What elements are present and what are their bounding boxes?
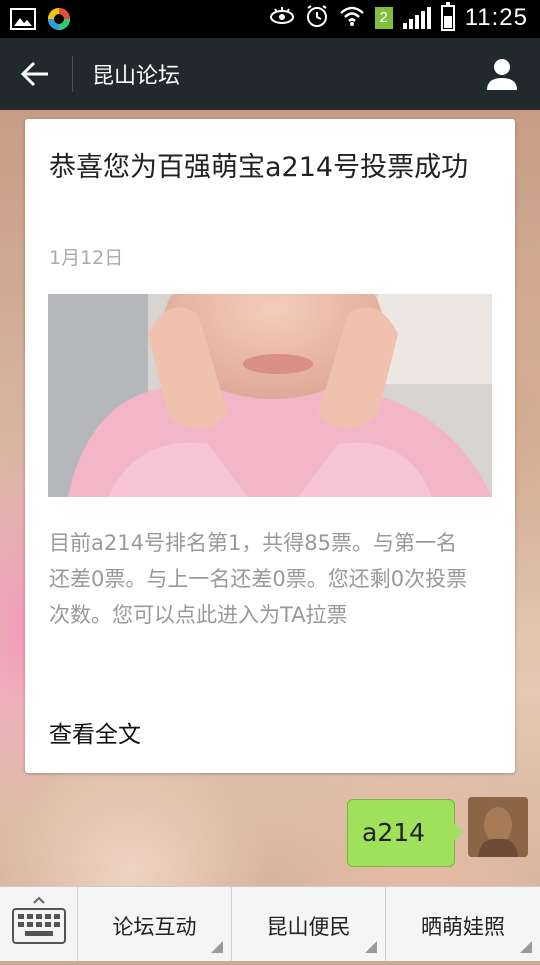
message-text: a214: [362, 818, 426, 847]
menu-label: 昆山便民: [266, 915, 351, 939]
submenu-indicator-icon: [520, 941, 532, 953]
keyboard-toggle-button[interactable]: [0, 887, 78, 961]
alarm-icon: [305, 4, 329, 32]
page-title: 昆山论坛: [92, 64, 181, 89]
menu-label: 论坛互动: [112, 915, 197, 939]
submenu-indicator-icon: [365, 941, 377, 953]
menu-baby-photos[interactable]: 晒萌娃照: [386, 887, 540, 961]
app-icon: [46, 6, 72, 36]
person-icon: [487, 59, 517, 90]
arrow-left-icon: [20, 61, 48, 87]
message-bubble[interactable]: a214: [347, 799, 464, 867]
status-bar: 2 11:25: [0, 0, 540, 38]
article-card[interactable]: 恭喜您为百强萌宝a214号投票成功 1月12日 目前a214号排名第1，共得85…: [25, 119, 515, 773]
menu-forum-interaction[interactable]: 论坛互动: [78, 887, 232, 961]
menu-label: 晒萌娃照: [421, 915, 505, 939]
clock: 11:25: [464, 4, 528, 31]
submenu-indicator-icon: [211, 941, 223, 953]
back-button[interactable]: [14, 54, 58, 94]
battery-icon: [440, 2, 455, 31]
signal-icon: [402, 7, 431, 29]
sim-badge: 2: [374, 7, 393, 29]
gallery-icon: [10, 8, 36, 34]
eye-icon: [269, 6, 295, 30]
profile-button[interactable]: [482, 54, 522, 94]
bottom-menu: 论坛互动 昆山便民 晒萌娃照: [0, 886, 540, 961]
article-date: 1月12日: [49, 247, 124, 269]
title-divider: [72, 56, 73, 92]
menu-kunshan-services[interactable]: 昆山便民: [232, 887, 386, 961]
read-more-link[interactable]: 查看全文: [49, 715, 141, 749]
title-bar: 昆山论坛: [0, 38, 540, 110]
keyboard-icon: [12, 896, 66, 944]
article-cover-image: [48, 294, 492, 497]
wifi-icon: [339, 5, 365, 31]
avatar[interactable]: [468, 797, 528, 857]
article-title: 恭喜您为百强萌宝a214号投票成功: [49, 152, 469, 183]
article-summary: 目前a214号排名第1，共得85票。与第一名还差0票。与上一名还差0票。您还剩0…: [49, 531, 468, 627]
